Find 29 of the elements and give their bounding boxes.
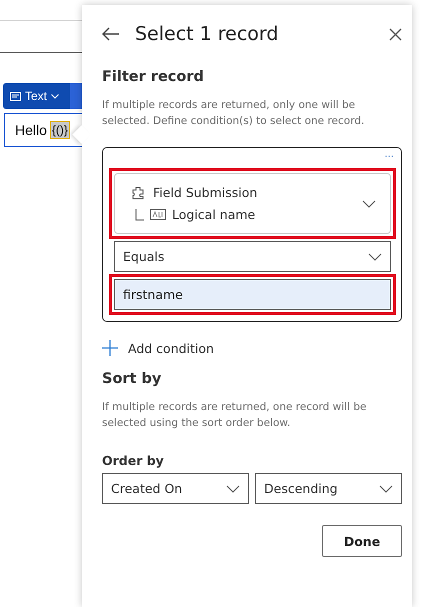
text-format-button[interactable]: Text bbox=[3, 83, 70, 109]
dynamic-content-token[interactable]: {()} bbox=[50, 121, 70, 139]
puzzle-icon bbox=[131, 186, 145, 200]
text-field-icon bbox=[150, 209, 166, 220]
operator-dropdown[interactable]: Equals bbox=[114, 241, 391, 272]
done-button[interactable]: Done bbox=[322, 525, 402, 557]
chevron-down-icon bbox=[362, 200, 376, 208]
attribute-label: Logical name bbox=[172, 207, 256, 222]
field-label: Order by bbox=[102, 453, 165, 468]
description-text: If multiple records are returned, one record will be selected using the sort order below. bbox=[102, 400, 368, 431]
back-arrow-icon[interactable] bbox=[102, 27, 120, 41]
editor-text: Hello bbox=[15, 122, 47, 138]
direction-dropdown[interactable]: Descending bbox=[255, 473, 402, 504]
section-heading: Filter record bbox=[102, 69, 205, 85]
field-picker[interactable]: Field Submission Logical name bbox=[114, 173, 391, 234]
section-heading: Sort by bbox=[102, 371, 162, 387]
plus-icon bbox=[102, 340, 118, 356]
chevron-down-icon bbox=[379, 484, 393, 492]
tree-connector-icon bbox=[135, 208, 144, 220]
value-input[interactable]: firstname bbox=[114, 279, 391, 310]
chevron-down-icon bbox=[368, 252, 382, 260]
chevron-down-icon bbox=[51, 94, 60, 98]
close-icon[interactable] bbox=[389, 28, 402, 40]
order-field-dropdown[interactable]: Created On bbox=[102, 473, 249, 504]
entity-label: Field Submission bbox=[153, 185, 258, 200]
chevron-down-icon bbox=[226, 484, 240, 492]
add-condition-button[interactable]: Add condition bbox=[102, 340, 214, 356]
panel-title: Select 1 record bbox=[135, 23, 278, 45]
text-box-icon bbox=[10, 92, 21, 100]
